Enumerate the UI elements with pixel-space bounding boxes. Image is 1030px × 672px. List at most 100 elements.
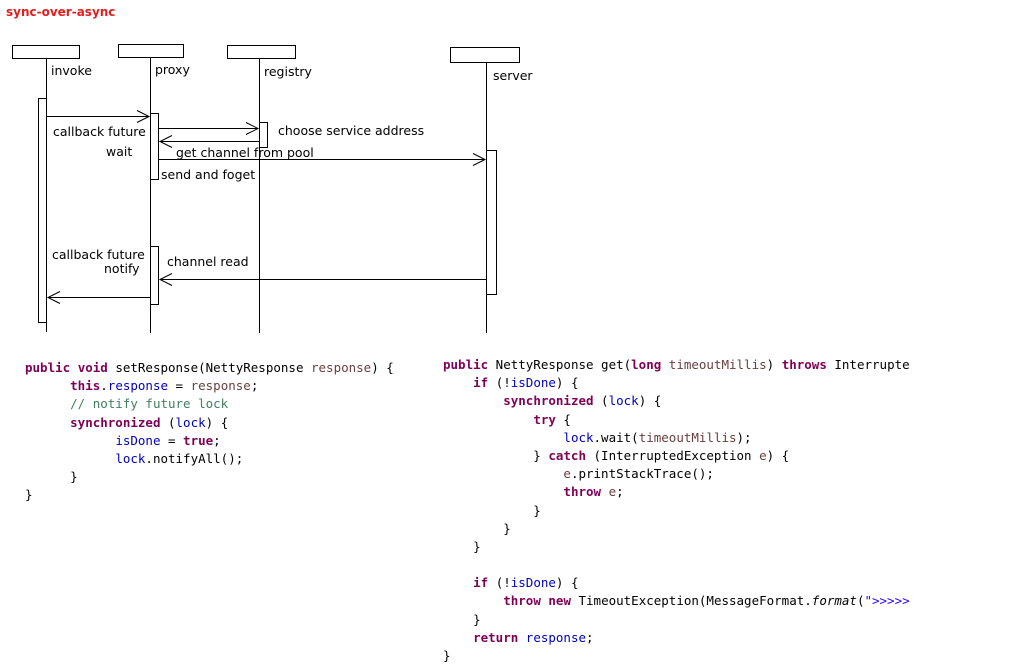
- code-line: throw new TimeoutException(MessageFormat…: [443, 592, 941, 610]
- code-line: lock.wait(timeoutMillis);: [443, 429, 941, 447]
- code-block-set-response: public void setResponse(NettyResponse re…: [25, 359, 445, 505]
- code-token: ;: [250, 378, 259, 394]
- code-token: .: [100, 378, 108, 394]
- code-line: } catch (InterruptedException e) {: [443, 447, 941, 465]
- code-token: timeoutMillis: [668, 357, 767, 372]
- code-line: public void setResponse(NettyResponse re…: [25, 359, 445, 377]
- code-token: }: [443, 447, 549, 463]
- code-token: (!: [488, 575, 511, 591]
- code-token: }: [443, 648, 451, 663]
- participant-label-proxy: proxy: [155, 62, 190, 77]
- code-token: public: [25, 360, 71, 375]
- code-line: synchronized (lock) {: [25, 414, 445, 432]
- participant-box-invoke: [12, 45, 80, 59]
- code-token: {: [555, 411, 571, 427]
- code-token: ) {: [205, 414, 229, 430]
- note-notify: notify: [104, 261, 140, 276]
- code-token: if: [473, 575, 489, 591]
- note-callback-future-2: callback future: [52, 247, 145, 262]
- code-token: ;: [616, 484, 624, 500]
- message-label-choose-service-address: choose service address: [278, 123, 425, 138]
- code-line: isDone = true;: [25, 432, 445, 450]
- code-line: if (!isDone) {: [443, 374, 941, 392]
- message-label-send-and-foget: send and foget: [161, 167, 256, 182]
- code-token: .notifyAll();: [145, 450, 244, 466]
- activation-server: [486, 150, 497, 295]
- code-token: }: [25, 487, 33, 503]
- code-token: Interrupte: [826, 357, 910, 372]
- code-token: }: [443, 520, 511, 536]
- code-token: synchronized: [70, 414, 161, 430]
- code-token: new: [548, 593, 571, 609]
- code-token: throws: [781, 357, 827, 372]
- code-token: response: [190, 378, 251, 394]
- code-line: synchronized (lock) {: [443, 392, 941, 410]
- code-line: return response;: [443, 629, 941, 647]
- code-token: void: [77, 360, 108, 375]
- code-token: throw: [503, 593, 541, 609]
- code-line: this.response = response;: [25, 377, 445, 395]
- code-line: }: [25, 468, 445, 486]
- participant-box-server: [450, 47, 520, 63]
- code-line: public NettyResponse get(long timeoutMil…: [443, 356, 941, 374]
- code-token: (InterruptedException: [586, 447, 760, 463]
- code-token: long: [631, 357, 662, 372]
- code-line: lock.notifyAll();: [25, 450, 445, 468]
- code-block-get: public NettyResponse get(long timeoutMil…: [443, 356, 941, 665]
- code-token: (: [593, 393, 609, 409]
- note-wait: wait: [106, 144, 133, 159]
- code-token: }: [25, 469, 78, 485]
- participant-label-registry: registry: [264, 64, 312, 79]
- code-token: ) {: [555, 575, 579, 591]
- code-token: format: [811, 593, 857, 609]
- participant-box-proxy: [118, 44, 184, 58]
- code-token: ) {: [766, 447, 790, 463]
- code-token: lock: [175, 414, 206, 430]
- code-token: =: [168, 378, 191, 394]
- code-token: e: [563, 466, 571, 482]
- code-token: ): [766, 357, 782, 372]
- participant-box-registry: [227, 45, 296, 59]
- code-line: // notify future lock: [25, 395, 445, 413]
- code-token: e: [608, 484, 617, 500]
- code-token: e: [759, 447, 767, 463]
- code-token: isDone: [510, 575, 556, 591]
- message-proxy-to-invoke: [46, 291, 150, 304]
- code-token: isDone: [115, 432, 161, 448]
- code-token: (!: [488, 375, 511, 391]
- code-token: isDone: [510, 375, 556, 391]
- code-token: lock: [115, 450, 146, 466]
- code-token: (: [160, 414, 176, 430]
- code-token: response: [107, 378, 169, 394]
- code-token: ) {: [555, 375, 579, 391]
- message-invoke-to-proxy: [47, 110, 151, 123]
- code-line: if (!isDone) {: [443, 574, 941, 592]
- message-label-channel-read: channel read: [167, 254, 249, 269]
- participant-label-server: server: [493, 68, 533, 83]
- code-token: .printStackTrace();: [570, 466, 714, 482]
- code-token: timeoutMillis: [638, 429, 737, 445]
- code-line: }: [443, 502, 941, 520]
- activation-proxy-2: [150, 246, 159, 305]
- code-token: true: [183, 432, 214, 448]
- message-proxy-to-registry: [159, 122, 260, 135]
- code-token: ">>>>>: [864, 593, 910, 609]
- code-token: if: [473, 375, 489, 391]
- code-token: this: [70, 378, 101, 394]
- code-line: }: [443, 520, 941, 538]
- code-line: e.printStackTrace();: [443, 465, 941, 483]
